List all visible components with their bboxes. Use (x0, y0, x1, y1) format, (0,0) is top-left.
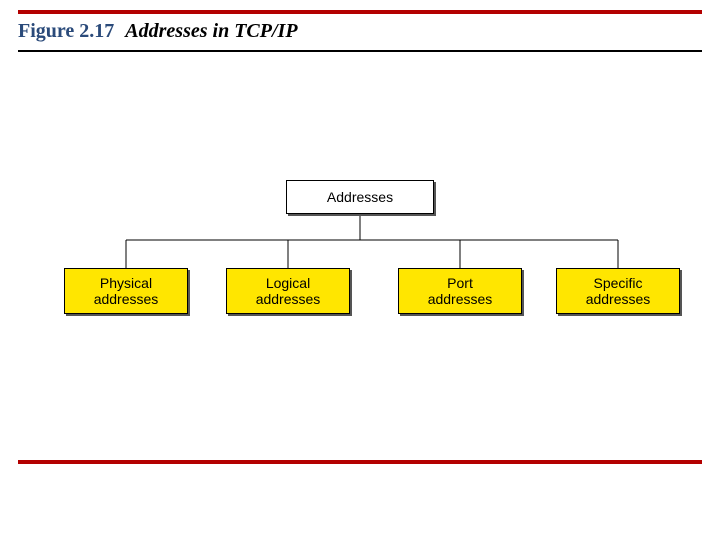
hierarchy-diagram: Addresses Physicaladdresses Logicaladdre… (0, 0, 720, 540)
child-node-label: Logicaladdresses (256, 275, 321, 307)
child-node-logical: Logicaladdresses (226, 268, 350, 314)
child-node-specific: Specificaddresses (556, 268, 680, 314)
child-node-label: Physicaladdresses (94, 275, 159, 307)
child-node-physical: Physicaladdresses (64, 268, 188, 314)
child-node-label: Portaddresses (428, 275, 493, 307)
child-node-port: Portaddresses (398, 268, 522, 314)
child-node-label: Specificaddresses (586, 275, 651, 307)
root-node: Addresses (286, 180, 434, 214)
root-node-label: Addresses (327, 189, 393, 205)
bottom-horizontal-rule (18, 460, 702, 464)
